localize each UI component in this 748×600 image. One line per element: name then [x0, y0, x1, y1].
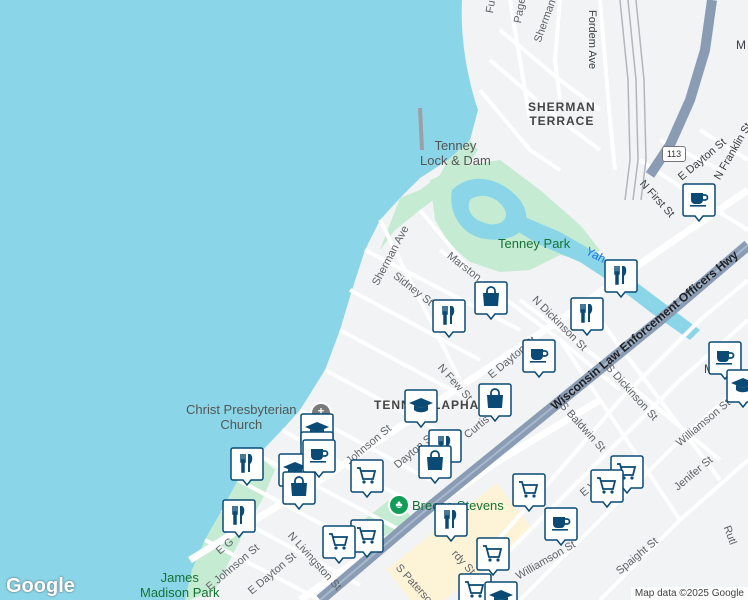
- street-label-fordem-ave: Fordem Ave: [586, 10, 598, 70]
- map-marker-coffee[interactable]: [302, 438, 336, 478]
- restaurant-icon: [604, 259, 638, 298]
- park-label-tenney-park: Tenney Park: [498, 236, 571, 251]
- poi-label-christ-presbyterian-church: Christ Presbyterian Church: [186, 402, 297, 432]
- map-marker-shopping-cart[interactable]: [476, 536, 510, 576]
- coffee-icon: [302, 439, 336, 478]
- restaurant-icon: [434, 503, 468, 542]
- restaurant-icon: [570, 297, 604, 336]
- map-marker-restaurant[interactable]: [222, 498, 256, 538]
- restaurant-icon: [230, 447, 264, 486]
- shopping-bag-icon: [474, 281, 508, 320]
- graduation-cap-icon: [404, 389, 438, 428]
- park-icon[interactable]: ♣: [388, 494, 410, 516]
- edge-label-1: M: [736, 38, 746, 52]
- shopping-bag-icon: [418, 445, 452, 484]
- shopping-cart-icon: [350, 459, 384, 498]
- graduation-cap-icon: [726, 369, 748, 408]
- map-marker-restaurant[interactable]: [434, 502, 468, 542]
- neighborhood-label-sherman-terrace: SHERMAN TERRACE: [528, 100, 596, 128]
- route-shield-113: 113: [662, 146, 686, 162]
- coffee-icon: [544, 507, 578, 546]
- map-base: [0, 0, 748, 600]
- map-marker-graduation-cap[interactable]: [726, 368, 748, 408]
- map-marker-coffee[interactable]: [682, 182, 716, 222]
- map-marker-restaurant[interactable]: [230, 446, 264, 486]
- map-marker-shopping-bag[interactable]: [474, 280, 508, 320]
- map-marker-shopping-bag[interactable]: [478, 382, 512, 422]
- shopping-cart-icon: [322, 525, 356, 564]
- graduation-cap-icon: [484, 581, 518, 600]
- google-logo: Google: [6, 575, 75, 597]
- poi-label-tenney-lock-dam: Tenney Lock & Dam: [420, 138, 491, 168]
- coffee-icon: [522, 339, 556, 378]
- map-marker-coffee[interactable]: [544, 506, 578, 546]
- map-marker-graduation-cap[interactable]: [404, 388, 438, 428]
- shopping-cart-icon: [476, 537, 510, 576]
- map-marker-shopping-cart[interactable]: [350, 458, 384, 498]
- shopping-cart-icon: [590, 469, 624, 508]
- map-marker-restaurant[interactable]: [604, 258, 638, 298]
- shopping-bag-icon: [478, 383, 512, 422]
- map-marker-graduation-cap[interactable]: [484, 580, 518, 600]
- map-marker-shopping-cart[interactable]: [512, 472, 546, 512]
- map-marker-coffee[interactable]: [522, 338, 556, 378]
- map-marker-shopping-cart[interactable]: [590, 468, 624, 508]
- shopping-cart-icon: [512, 473, 546, 512]
- map-canvas[interactable]: SHERMAN TERRACE TENNEY-LAPHAM Tenney Par…: [0, 0, 748, 600]
- coffee-icon: [682, 183, 716, 222]
- map-marker-shopping-bag[interactable]: [418, 444, 452, 484]
- restaurant-icon: [222, 499, 256, 538]
- restaurant-icon: [432, 299, 466, 338]
- map-marker-restaurant[interactable]: [432, 298, 466, 338]
- map-marker-restaurant[interactable]: [570, 296, 604, 336]
- map-marker-shopping-cart[interactable]: [322, 524, 356, 564]
- map-attribution[interactable]: Map data ©2025 Google: [630, 587, 748, 600]
- street-label-fu: Fu: [484, 0, 499, 15]
